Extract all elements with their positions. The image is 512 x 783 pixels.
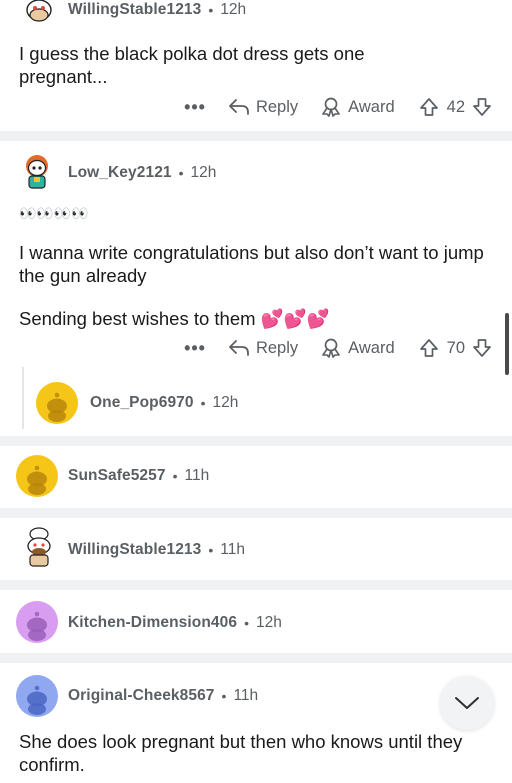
award-ribbon-icon xyxy=(322,97,340,117)
vote-count: 42 xyxy=(446,97,465,116)
award-button[interactable]: Award xyxy=(320,97,395,117)
comment: WillingStable1213 • 11h xyxy=(0,518,512,580)
ellipsis-icon: ••• xyxy=(184,97,206,117)
comment-actions: ••• Reply Award 70 xyxy=(184,335,492,361)
upvote-arrow-icon xyxy=(419,339,438,357)
scrollbar[interactable] xyxy=(505,313,509,375)
default-snoo-yellow-avatar-icon xyxy=(16,455,58,497)
avatar[interactable] xyxy=(18,526,60,568)
timestamp: 11h xyxy=(233,687,259,704)
separator-dot: • xyxy=(208,542,214,558)
comment-meta: One_Pop6970 • 12h xyxy=(90,391,238,415)
snoo-chef-avatar-icon xyxy=(27,527,51,567)
comment-body-2: Sending best wishes to them 💕💕💕 xyxy=(19,308,330,329)
timestamp: 12h xyxy=(212,394,239,411)
upvote-arrow-icon xyxy=(419,98,438,116)
snoo-orange-hair-avatar-icon xyxy=(26,155,48,189)
comment-meta: WillingStable1213 • 12h xyxy=(68,0,246,22)
avatar[interactable] xyxy=(36,382,78,424)
downvote-arrow-icon xyxy=(473,98,491,116)
upvote-button[interactable] xyxy=(419,97,439,117)
thread-line[interactable] xyxy=(22,367,24,429)
comment-divider xyxy=(0,508,512,518)
comment-meta: Original-Cheek8567 • 11h xyxy=(68,684,258,708)
reply-label: Reply xyxy=(255,338,299,357)
comment-body: She does look pregnant but then who know… xyxy=(19,731,463,775)
comment: Original-Cheek8567 • 11h She does look p… xyxy=(0,663,512,783)
username[interactable]: One_Pop6970 xyxy=(90,394,194,412)
award-ribbon-icon xyxy=(322,338,340,358)
more-options-button[interactable]: ••• xyxy=(184,97,206,117)
reply-arrow-icon xyxy=(229,99,249,115)
reply-button[interactable]: Reply xyxy=(228,339,298,358)
more-options-button[interactable]: ••• xyxy=(184,338,206,358)
comment-divider xyxy=(0,653,512,663)
username[interactable]: Low_Key2121 xyxy=(68,164,172,182)
timestamp: 12h xyxy=(256,614,282,631)
comment: Low_Key2121 • 12h 👀👀👀👀 I wanna write con… xyxy=(0,141,512,436)
jump-to-next-button[interactable] xyxy=(440,676,494,730)
timestamp: 12h xyxy=(220,1,247,18)
separator-dot: • xyxy=(200,395,206,411)
timestamp: 12h xyxy=(190,164,217,181)
comment-meta: Low_Key2121 • 12h xyxy=(68,161,216,185)
avatar[interactable] xyxy=(16,150,58,192)
username[interactable]: Original-Cheek8567 xyxy=(68,687,215,705)
comment-divider xyxy=(0,436,512,446)
avatar[interactable] xyxy=(18,0,60,24)
default-snoo-purple-avatar-icon xyxy=(16,601,58,643)
downvote-button[interactable] xyxy=(472,338,492,358)
avatar[interactable] xyxy=(16,675,58,717)
award-button[interactable]: Award xyxy=(320,338,395,358)
comment-divider xyxy=(0,580,512,590)
downvote-button[interactable] xyxy=(472,97,492,117)
reply-button[interactable]: Reply xyxy=(228,98,298,117)
timestamp: 11h xyxy=(184,467,210,484)
avatar[interactable] xyxy=(16,455,58,497)
comment-body: I wanna write congratulations but also d… xyxy=(19,242,484,286)
comment: WillingStable1213 • 12h I guess the blac… xyxy=(0,0,512,131)
award-label: Award xyxy=(348,97,395,116)
reply-arrow-icon xyxy=(229,340,249,356)
chevron-down-icon xyxy=(455,697,479,709)
comment-body: I guess the black polka dot dress gets o… xyxy=(19,43,365,87)
comment-actions: ••• Reply Award 42 xyxy=(184,94,492,120)
separator-dot: • xyxy=(178,165,184,181)
separator-dot: • xyxy=(244,615,250,631)
default-snoo-blue-avatar-icon xyxy=(16,675,58,717)
award-label: Award xyxy=(348,338,395,357)
username[interactable]: WillingStable1213 xyxy=(68,1,201,19)
username[interactable]: WillingStable1213 xyxy=(68,541,201,559)
comment-meta: SunSafe5257 • 11h xyxy=(68,464,209,488)
username[interactable]: SunSafe5257 xyxy=(68,467,166,485)
comment-meta: WillingStable1213 • 11h xyxy=(68,538,245,562)
upvote-button[interactable] xyxy=(419,338,439,358)
vote-count: 70 xyxy=(446,338,465,357)
ellipsis-icon: ••• xyxy=(184,338,206,358)
username[interactable]: Kitchen-Dimension406 xyxy=(68,614,237,632)
timestamp: 11h xyxy=(220,541,245,558)
default-snoo-yellow-avatar-icon xyxy=(36,382,78,424)
comment: SunSafe5257 • 11h xyxy=(0,446,512,508)
separator-dot: • xyxy=(172,468,178,484)
avatar[interactable] xyxy=(16,601,58,643)
snoo-chef-avatar-icon xyxy=(26,0,52,22)
separator-dot: • xyxy=(208,2,214,18)
comment-meta: Kitchen-Dimension406 • 12h xyxy=(68,611,282,635)
downvote-arrow-icon xyxy=(473,339,491,357)
comment-divider xyxy=(0,131,512,141)
separator-dot: • xyxy=(221,688,227,704)
reply-label: Reply xyxy=(255,97,299,116)
comment: Kitchen-Dimension406 • 12h xyxy=(0,590,512,653)
emoji-line: 👀👀👀👀 xyxy=(19,205,89,221)
